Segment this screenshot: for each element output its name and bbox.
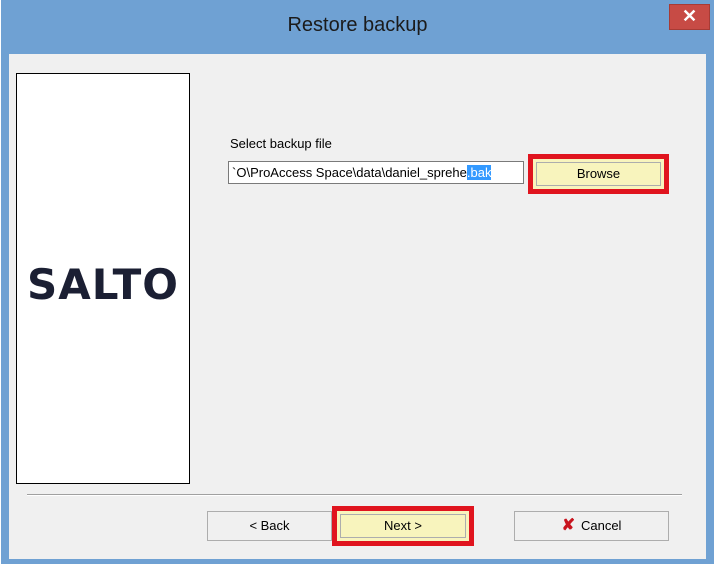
- backup-path-input[interactable]: `O\ProAccess Space\data\daniel_sprehe.ba…: [228, 161, 524, 184]
- next-highlight: Next >: [332, 506, 474, 546]
- path-text: O\ProAccess Space\data\daniel_sprehe: [236, 165, 467, 180]
- salto-logo: SALTO: [27, 260, 179, 309]
- window-title: Restore backup: [287, 14, 428, 36]
- browse-highlight: Browse: [528, 154, 669, 194]
- next-button[interactable]: Next >: [340, 514, 466, 538]
- dialog-client-area: SALTO Select backup file `O\ProAccess Sp…: [9, 54, 706, 559]
- restore-backup-window: Restore backup ✕ SALTO Select backup fil…: [1, 0, 714, 564]
- close-icon: ✕: [681, 6, 698, 26]
- logo-panel: SALTO: [16, 73, 190, 484]
- cancel-x-icon: ✘: [561, 517, 575, 534]
- close-button[interactable]: ✕: [669, 4, 710, 30]
- cancel-label: Cancel: [580, 518, 622, 533]
- cancel-button[interactable]: ✘ Cancel: [514, 511, 669, 541]
- back-button[interactable]: < Back: [207, 511, 332, 541]
- footer-divider: [27, 494, 682, 496]
- backup-file-label: Select backup file: [230, 136, 332, 151]
- browse-button[interactable]: Browse: [536, 162, 661, 186]
- path-selected-text: .bak: [466, 165, 492, 180]
- title-bar[interactable]: Restore backup ✕: [1, 0, 714, 54]
